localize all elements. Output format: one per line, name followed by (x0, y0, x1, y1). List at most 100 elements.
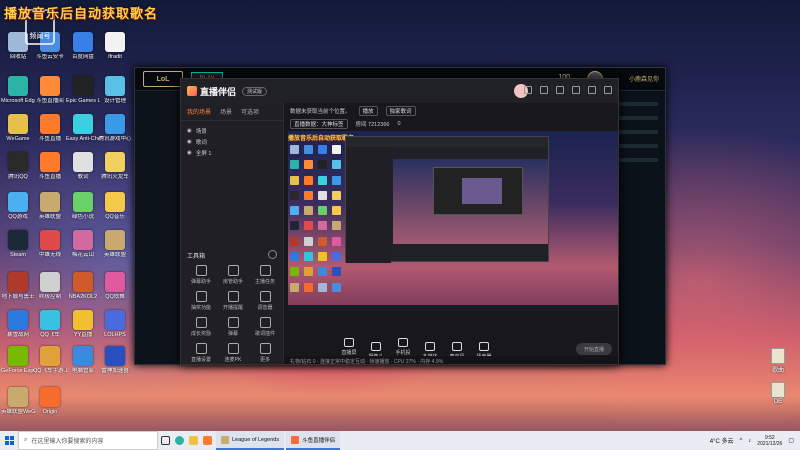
info-bar: 数据未获取当前个位置。 播放 独家歌词 直播数据：大神标签 房间 7212366… (284, 103, 618, 129)
stream-app-icon (291, 435, 300, 444)
tray-arrow-icon[interactable]: ^ (739, 438, 742, 444)
windows-taskbar: ⌕ 在这里输入你要搜索的内容 League of Legends 斗鱼直播伴侣 … (0, 431, 800, 450)
stream-app-window[interactable]: 直播伴侣 测试版 我的场景 场景 可选项 ◉ 场景 ◉ 歌词 ◉ 全屏 1 工具… (180, 78, 619, 365)
desktop-icon[interactable]: 暴雪战网 (1, 310, 35, 339)
edge-icon[interactable] (172, 431, 186, 450)
desktop-icon[interactable]: Ifradit (98, 32, 132, 61)
desktop-file-songs[interactable]: 歌曲 (766, 348, 790, 374)
taskbar-item-lol[interactable]: League of Legends (216, 431, 285, 450)
desktop-icon-label: QQ飞车 (40, 332, 60, 338)
play-pill[interactable]: 播放 (358, 106, 378, 116)
desktop-icon[interactable]: QQ飞车 (33, 310, 67, 339)
taskbar-search[interactable]: ⌕ 在这里输入你要搜索的内容 (18, 431, 158, 450)
message-icon[interactable] (524, 86, 532, 94)
app-icon (8, 76, 28, 96)
toolbox-item[interactable]: 调音器 (249, 289, 281, 311)
desktop-icon[interactable]: 斗鱼直播 (33, 114, 67, 143)
weather[interactable]: 4°C 多云 (710, 436, 734, 445)
toolbox-item[interactable]: 更多 (249, 341, 281, 363)
taskbar-item-stream[interactable]: 斗鱼直播伴侣 (286, 431, 341, 450)
desktop-icon[interactable]: 中雄无线 (33, 230, 67, 259)
toolbox-item[interactable]: 抽奖功能 (185, 289, 217, 311)
tab-my-scenes[interactable]: 我的场景 (187, 107, 211, 116)
desktop-icon[interactable]: 腾讯火龙车 (98, 152, 132, 181)
toolbox-item[interactable]: 成长奖励 (185, 315, 217, 337)
app-icon (8, 152, 28, 172)
live-data-tag[interactable]: 直播数据：大神标签 (290, 119, 348, 129)
desktop-icon[interactable]: Steam (1, 230, 35, 259)
volume-icon[interactable]: ♪ (748, 438, 751, 444)
desktop-icon[interactable]: 电脑管家 (66, 346, 100, 375)
toolbox-item[interactable]: 开播提醒 (217, 289, 249, 311)
desktop-icon-label: QQ飞车手游工具 (33, 368, 67, 374)
toolbox-item[interactable]: 歌词插件 (249, 315, 281, 337)
notification-icon[interactable]: ▢ (788, 437, 794, 444)
desktop-icon[interactable]: LOLHPS (98, 310, 132, 339)
preview-icon (290, 221, 299, 231)
desktop-icon[interactable]: NBA2KOL2 (66, 272, 100, 301)
desktop-icon[interactable]: 终极控制 (33, 272, 67, 301)
app-logo: 直播伴侣 (187, 85, 236, 98)
minimize-icon[interactable] (588, 86, 596, 94)
scene-item[interactable]: ◉ 全屏 1 (187, 147, 277, 158)
desktop-icon[interactable]: 英雄联盟WeGame (1, 387, 35, 416)
close-icon[interactable] (604, 86, 612, 94)
app-icon (40, 192, 60, 212)
clock[interactable]: 9:52 2021/12/26 (757, 435, 782, 447)
preview-icon (332, 175, 341, 185)
desktop-icon[interactable]: 绿色小说 (66, 192, 100, 221)
desktop-icon[interactable]: Easy Anti-Cheat (66, 114, 100, 143)
desktop-icon[interactable]: 地下城与勇士 (1, 272, 35, 301)
tab-scenes[interactable]: 场景 (220, 107, 232, 116)
start-live-button[interactable]: 开始直播 (576, 343, 612, 355)
toolbox-more-icon[interactable] (268, 250, 277, 259)
desktop-icon[interactable]: Microsoft Edge (1, 76, 35, 105)
version-badge[interactable]: 测试版 (242, 86, 268, 96)
app-icon[interactable] (200, 431, 214, 450)
desktop-icon[interactable]: 腾讯游戏中心 (98, 114, 132, 143)
desktop-icon[interactable]: YY直播 (66, 310, 100, 339)
control-icon (344, 338, 354, 347)
scene-item[interactable]: ◉ 场景 (187, 125, 277, 136)
desktop-icon[interactable]: QQ游戏 (1, 192, 35, 221)
skin-icon[interactable] (556, 86, 564, 94)
settings-icon[interactable] (540, 86, 548, 94)
desktop-icon[interactable]: WeGame (1, 114, 35, 143)
toolbox-item[interactable]: 直播设置 (185, 341, 217, 363)
lyrics-pill[interactable]: 独家歌词 (385, 106, 416, 116)
desktop-icon[interactable]: Origin (33, 387, 67, 416)
desktop-icon[interactable]: Epic Games Launcher (66, 76, 100, 105)
desktop-icon[interactable]: 斗鱼直播 (33, 152, 67, 181)
desktop-icon[interactable]: QQ飞车手游工具 (33, 346, 67, 375)
toolbox-item[interactable]: 主播任务 (249, 263, 281, 285)
lol-icon (221, 435, 229, 444)
desktop-file-de[interactable]: DE (766, 382, 790, 405)
preview-icon (290, 267, 299, 277)
desktop-icon-label: 地下城与勇士 (1, 294, 35, 300)
menu-icon[interactable] (572, 86, 580, 94)
desktop-icon[interactable]: 设计管理 (98, 76, 132, 105)
desktop-icon[interactable]: 英雄联盟 (98, 230, 132, 259)
toolbox-item[interactable]: 弹幕 (217, 315, 249, 337)
desktop-icon[interactable]: 腾讯QQ (1, 152, 35, 181)
desktop-icon[interactable]: 雷神加速器 (98, 346, 132, 375)
start-button[interactable] (0, 431, 18, 450)
desktop-icon[interactable]: 斗鱼直播间 (33, 76, 67, 105)
desktop-icon[interactable]: GeForce Experience (1, 346, 35, 375)
desktop-icon[interactable]: 梅花云山 (66, 230, 100, 259)
toolbox-item[interactable]: 连麦PK (217, 341, 249, 363)
desktop-icon[interactable]: 百度网盘 (66, 32, 100, 61)
app-icon (105, 192, 125, 212)
desktop-icon[interactable]: 歌词 (66, 152, 100, 181)
desktop-icon[interactable]: 英雄联盟 (33, 192, 67, 221)
toolbox-item[interactable]: 弹幕助手 (185, 263, 217, 285)
tab-options[interactable]: 可选项 (241, 107, 259, 116)
folder-icon[interactable] (186, 431, 200, 450)
toolbox-item[interactable]: 房管助手 (217, 263, 249, 285)
desktop-icon[interactable]: QQ炫舞 (98, 272, 132, 301)
stream-preview[interactable]: 播放音乐后自动获取歌名 (288, 131, 618, 311)
scene-item[interactable]: ◉ 歌词 (187, 136, 277, 147)
desktop-icon[interactable]: QQ音乐 (98, 192, 132, 221)
task-view-icon[interactable] (158, 431, 172, 450)
app-icon (105, 230, 125, 250)
